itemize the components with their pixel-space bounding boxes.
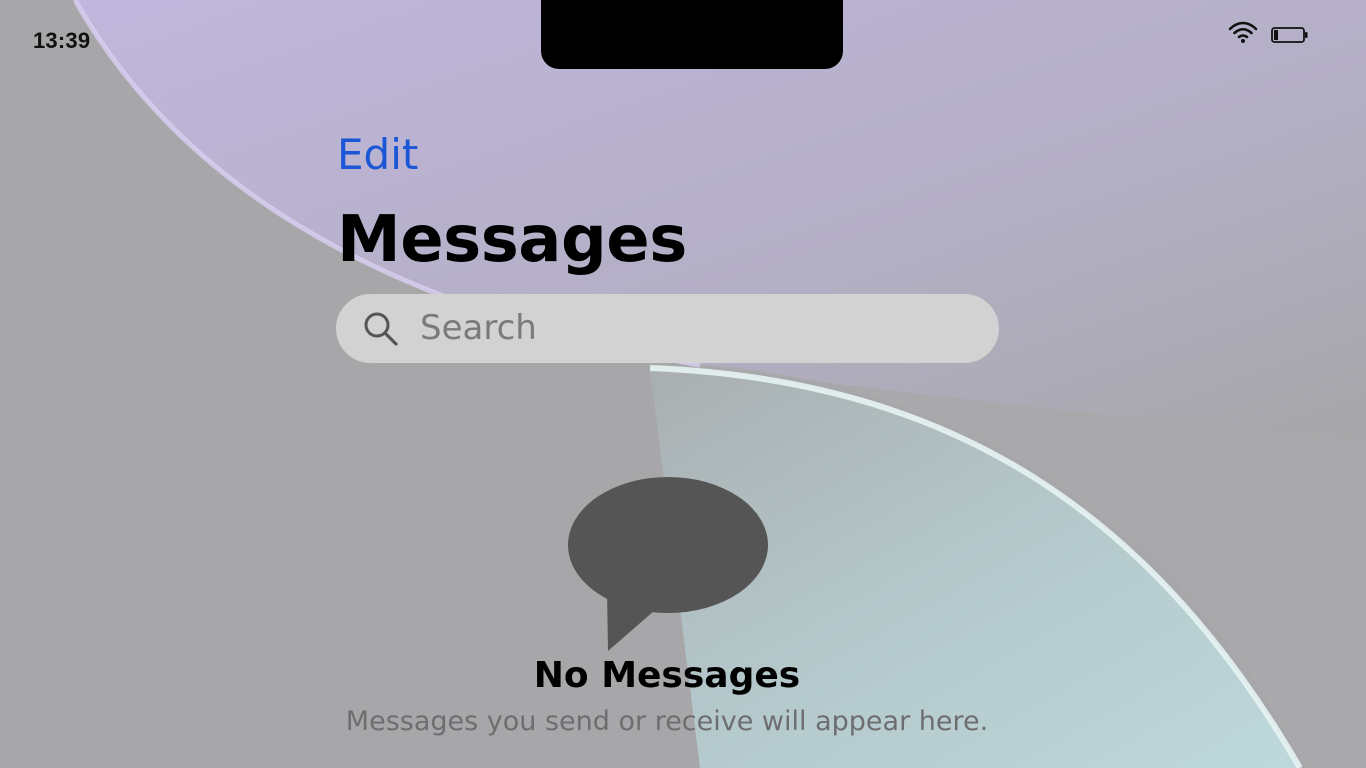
search-bar[interactable]	[336, 294, 999, 363]
edit-button[interactable]: Edit	[337, 130, 418, 180]
search-icon	[364, 312, 398, 346]
chat-bubble-icon	[568, 477, 768, 651]
empty-state-subtitle: Messages you send or receive will appear…	[345, 706, 989, 737]
search-input[interactable]	[420, 304, 980, 352]
battery-icon	[1271, 27, 1308, 43]
empty-state-title: No Messages	[533, 655, 801, 696]
wifi-icon	[1228, 21, 1258, 43]
status-time: 13:39	[33, 28, 91, 53]
page-title: Messages	[337, 203, 687, 277]
device-notch	[541, 0, 843, 69]
